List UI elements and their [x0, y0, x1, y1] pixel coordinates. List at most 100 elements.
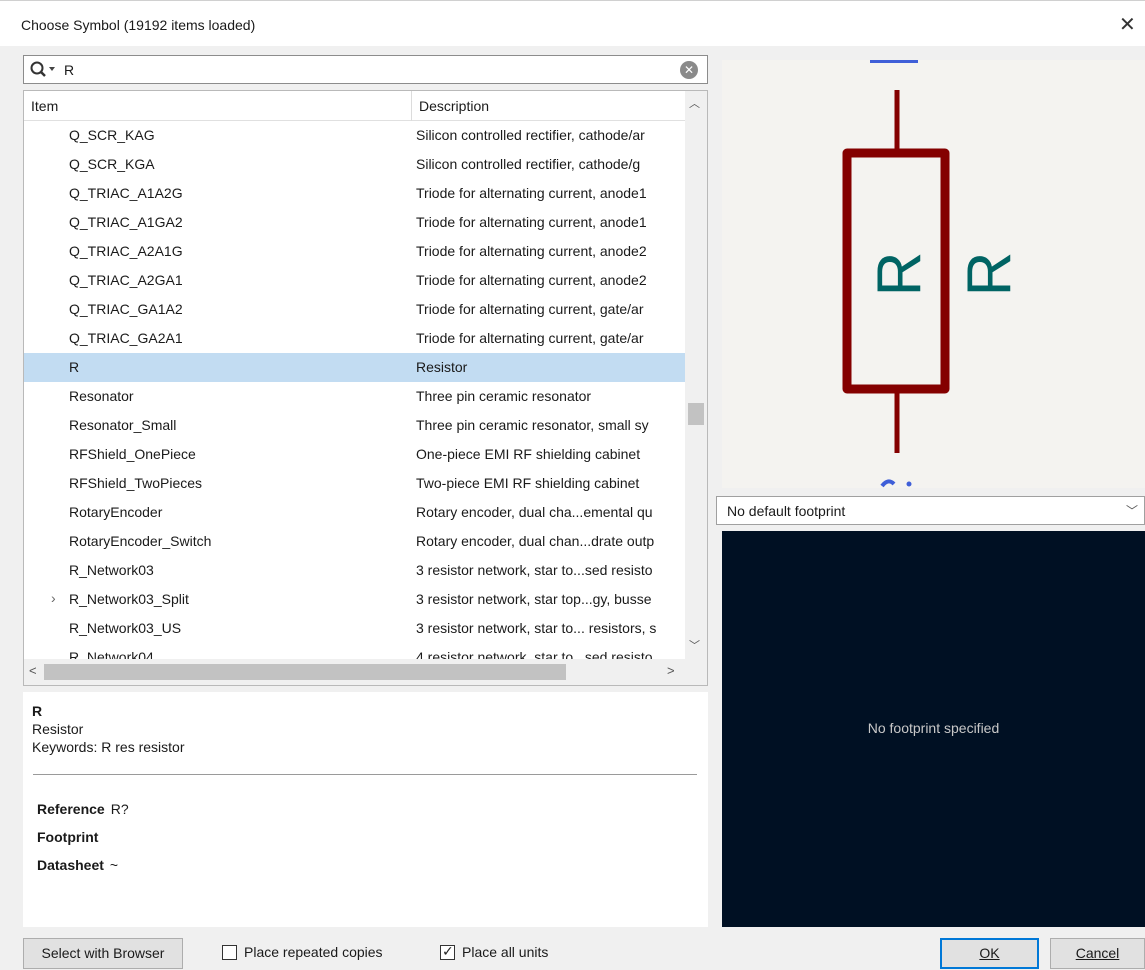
symbol-details: R Resistor Keywords: R res resistor Refe…	[23, 692, 708, 927]
cancel-button[interactable]: Cancel	[1050, 938, 1145, 969]
row-item-name: Q_TRIAC_GA2A1	[69, 330, 183, 346]
field-label: Reference	[37, 801, 105, 817]
footprint-preview-message: No footprint specified	[867, 720, 1000, 736]
ok-button-label: OK	[979, 945, 1000, 961]
row-item-name: RFShield_TwoPieces	[69, 475, 203, 491]
table-row[interactable]: Resonator_Small Three pin ceramic resonat…	[24, 411, 685, 440]
details-description: Resistor	[32, 721, 84, 737]
table-row[interactable]: Q_TRIAC_GA1A2 Triode for alternating curr…	[24, 295, 685, 324]
field-value: ~	[109, 857, 119, 873]
check-icon: ✓	[442, 943, 454, 959]
search-box: ✕	[23, 55, 708, 84]
row-item-name: RFShield_OnePiece	[69, 446, 196, 462]
scroll-right-icon[interactable]: >	[667, 663, 675, 678]
table-row[interactable]: Q_TRIAC_A1GA2 Triode for alternating curr…	[24, 208, 685, 237]
details-symbol-name: R	[32, 703, 43, 719]
row-item-name: Q_TRIAC_A1A2G	[69, 185, 183, 201]
search-input[interactable]	[64, 58, 664, 81]
reference-label: R	[866, 252, 935, 297]
column-item[interactable]: Item	[31, 98, 58, 114]
tree-header: Item Description	[24, 91, 707, 121]
field-footprint: Footprint	[37, 829, 104, 845]
row-item-name: R_Network03_Split	[69, 591, 189, 607]
table-row[interactable]: R_Network03 3 resistor network, star to..…	[24, 556, 685, 585]
row-item-name: RotaryEncoder	[69, 504, 163, 520]
window-title: Choose Symbol (19192 items loaded)	[21, 17, 256, 33]
row-item-name: R_Network03	[69, 562, 154, 578]
symbol-preview[interactable]: R R	[722, 60, 1145, 488]
row-description: Triode for alternating current, anode2	[416, 272, 647, 288]
checkbox-label: Place repeated copies	[244, 944, 383, 960]
table-row[interactable]: Q_TRIAC_A1A2G Triode for alternating curr…	[24, 179, 685, 208]
table-row[interactable]: R_Network04 4 resistor network, star to..…	[24, 643, 685, 659]
scroll-left-icon[interactable]: <	[29, 663, 37, 678]
scroll-down-icon[interactable]: ﹀	[689, 637, 700, 653]
field-label: Footprint	[37, 829, 99, 845]
table-row[interactable]: Resonator Three pin ceramic resonator	[24, 382, 685, 411]
checkbox-label: Place all units	[462, 944, 549, 960]
table-row[interactable]: Q_SCR_KAG Silicon controlled rectifier, c…	[24, 121, 685, 150]
table-row[interactable]: Q_SCR_KGA Silicon controlled rectifier, c…	[24, 150, 685, 179]
vertical-scroll-thumb[interactable]	[688, 403, 704, 425]
footprint-select[interactable]: No default footprint ﹀	[716, 496, 1145, 525]
chevron-right-icon[interactable]: ›	[51, 590, 56, 606]
search-dropdown-icon[interactable]	[29, 59, 59, 81]
row-description: Three pin ceramic resonator, small sy	[416, 417, 649, 433]
field-reference: Reference R?	[37, 801, 129, 817]
row-item-name: Q_TRIAC_A2A1G	[69, 243, 183, 259]
footprint-preview[interactable]: No footprint specified	[722, 531, 1145, 927]
field-value: R?	[110, 801, 129, 817]
checkbox-box[interactable]: ✓	[440, 943, 455, 960]
table-row[interactable]: Q_TRIAC_A2A1G Triode for alternating curr…	[24, 237, 685, 266]
row-description: 3 resistor network, star to...sed resist…	[416, 562, 653, 578]
pin-marker-top	[870, 60, 918, 63]
checkbox-box[interactable]	[222, 945, 237, 960]
table-row[interactable]: RotaryEncoder Rotary encoder, dual cha...…	[24, 498, 685, 527]
clear-icon[interactable]: ✕	[680, 61, 698, 79]
scroll-up-icon[interactable]: ︿	[689, 95, 700, 111]
row-description: 4 resistor network, star to...sed resist…	[416, 649, 653, 659]
details-divider	[33, 774, 697, 775]
row-item-name: Q_TRIAC_GA1A2	[69, 301, 183, 317]
row-description: Rotary encoder, dual cha...emental qu	[416, 504, 653, 520]
table-row[interactable]: Q_TRIAC_GA2A1 Triode for alternating curr…	[24, 324, 685, 353]
row-item-name: R_Network04	[69, 649, 154, 659]
row-description: Triode for alternating current, gate/ar	[416, 330, 644, 346]
close-icon[interactable]: ✕	[1119, 11, 1145, 39]
pin-marker-bottom	[880, 479, 896, 488]
ok-button[interactable]: OK	[940, 938, 1039, 969]
table-row[interactable]: R Resistor	[24, 353, 685, 382]
row-description: Three pin ceramic resonator	[416, 388, 592, 404]
table-row[interactable]: › R_Network03_Split 3 resistor network, st…	[24, 585, 685, 614]
details-keywords: Keywords: R res resistor	[32, 739, 185, 755]
table-row[interactable]: R_Network03_US 3 resistor network, star t…	[24, 614, 685, 643]
horizontal-scrollbar[interactable]: < >	[24, 659, 685, 685]
column-description[interactable]: Description	[419, 98, 489, 114]
row-description: One-piece EMI RF shielding cabinet	[416, 446, 641, 462]
title-bar: Choose Symbol (19192 items loaded) ✕	[0, 0, 1145, 46]
table-row[interactable]: RFShield_OnePiece One-piece EMI RF shield…	[24, 440, 685, 469]
column-separator[interactable]	[411, 91, 412, 121]
table-row[interactable]: Q_TRIAC_A2GA1 Triode for alternating curr…	[24, 266, 685, 295]
row-description: Silicon controlled rectifier, cathode/g	[416, 156, 641, 172]
row-description: Silicon controlled rectifier, cathode/ar	[416, 127, 645, 143]
row-description: Triode for alternating current, anode1	[416, 185, 647, 201]
select-with-browser-button[interactable]: Select with Browser	[23, 938, 183, 969]
symbol-tree[interactable]: Item Description Q_SCR_KAG Silicon contro…	[23, 90, 708, 686]
row-description: Two-piece EMI RF shielding cabinet	[416, 475, 640, 491]
table-row[interactable]: RotaryEncoder_Switch Rotary encoder, dual…	[24, 527, 685, 556]
row-description: Triode for alternating current, gate/ar	[416, 301, 644, 317]
table-row[interactable]: RFShield_TwoPieces Two-piece EMI RF shiel…	[24, 469, 685, 498]
row-description: 3 resistor network, star to... resistors…	[416, 620, 657, 636]
cancel-button-label: Cancel	[1075, 945, 1120, 961]
row-item-name: Q_TRIAC_A1GA2	[69, 214, 183, 230]
row-description: 3 resistor network, star top...gy, busse	[416, 591, 652, 607]
row-description: Triode for alternating current, anode1	[416, 214, 647, 230]
horizontal-scroll-thumb[interactable]	[44, 664, 566, 680]
row-item-name: R	[69, 359, 80, 375]
row-item-name: RotaryEncoder_Switch	[69, 533, 212, 549]
vertical-scrollbar[interactable]: ︿ ﹀	[685, 91, 707, 659]
row-description: Resistor	[416, 359, 468, 375]
row-item-name: Q_SCR_KGA	[69, 156, 155, 172]
chevron-down-icon[interactable]: ﹀	[1126, 502, 1138, 519]
